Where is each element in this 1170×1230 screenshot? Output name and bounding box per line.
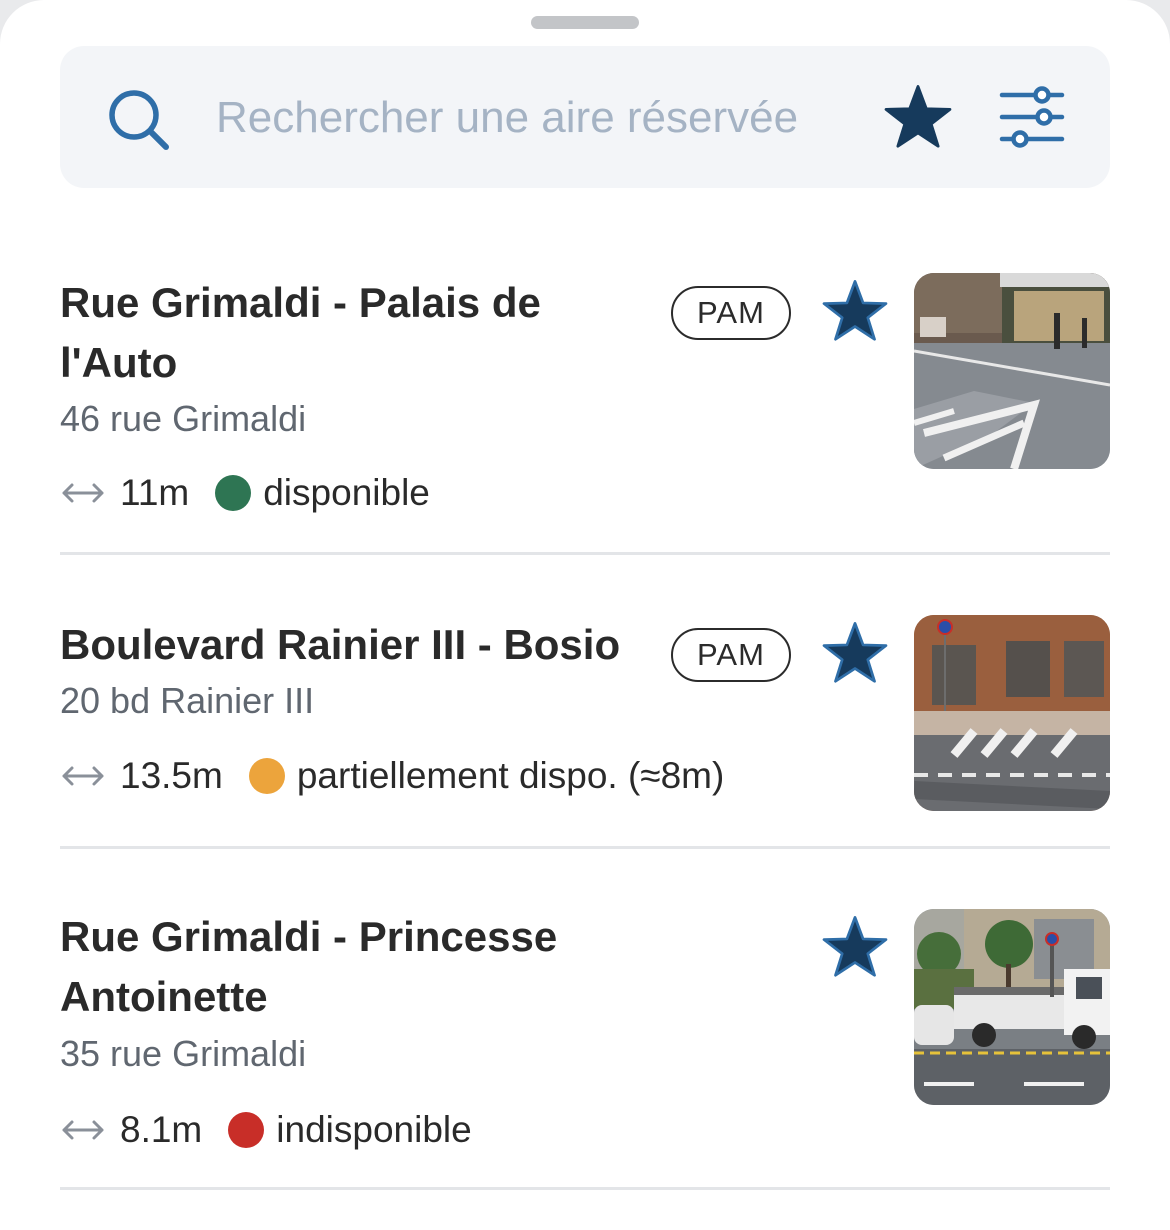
pam-badge: PAM: [671, 628, 791, 682]
spot-address: 20 bd Rainier III: [60, 680, 315, 721]
favorite-star-icon[interactable]: [821, 620, 889, 684]
spot-meta: 8.1m indisponible: [60, 1106, 472, 1154]
star-icon[interactable]: [883, 83, 953, 149]
status-dot: [248, 758, 285, 794]
list-item[interactable]: Rue Grimaldi - Princesse Antoinette 35 r…: [0, 849, 1170, 1189]
pam-badge: PAM: [671, 286, 791, 340]
spot-address: 46 rue Grimaldi: [60, 398, 307, 439]
spot-title: Boulevard Rainier III - Bosio: [60, 621, 621, 668]
spot-distance: 13.5m: [120, 755, 223, 796]
search-icon[interactable]: [105, 86, 171, 152]
spot-status: partiellement dispo. (≈8m): [296, 755, 725, 796]
search-input[interactable]: [216, 88, 856, 148]
street-photo: [914, 273, 1110, 469]
double-arrow-icon: [62, 1120, 104, 1140]
spot-meta: 11m disponible: [60, 469, 430, 517]
double-arrow-icon: [62, 483, 104, 503]
list-item[interactable]: Rue Grimaldi - Palais de l'Auto 46 rue G…: [0, 240, 1170, 552]
sheet-grabber-handle[interactable]: [531, 16, 639, 29]
spot-title: Rue Grimaldi - Palais de l'Auto: [60, 279, 541, 386]
favorite-star-icon[interactable]: [821, 914, 889, 978]
spot-meta: 13.5m partiellement dispo. (≈8m): [60, 752, 724, 800]
spot-status: disponible: [263, 472, 430, 513]
spot-distance: 11m: [120, 472, 190, 513]
truck-photo: [914, 909, 1110, 1105]
sliders-icon[interactable]: [998, 85, 1066, 149]
favorite-star-icon[interactable]: [821, 278, 889, 342]
spot-status: indisponible: [276, 1109, 472, 1150]
sidewalk-photo: [914, 615, 1110, 811]
status-dot: [215, 475, 252, 511]
list-item[interactable]: Boulevard Rainier III - Bosio 20 bd Rain…: [0, 555, 1170, 847]
double-arrow-icon: [62, 766, 104, 786]
spot-distance: 8.1m: [120, 1109, 203, 1150]
status-dot: [228, 1112, 265, 1148]
spot-address: 35 rue Grimaldi: [60, 1033, 307, 1074]
bottom-sheet: Rue Grimaldi - Palais de l'Auto 46 rue G…: [0, 0, 1170, 1230]
spot-title: Rue Grimaldi - Princesse Antoinette: [60, 913, 558, 1020]
